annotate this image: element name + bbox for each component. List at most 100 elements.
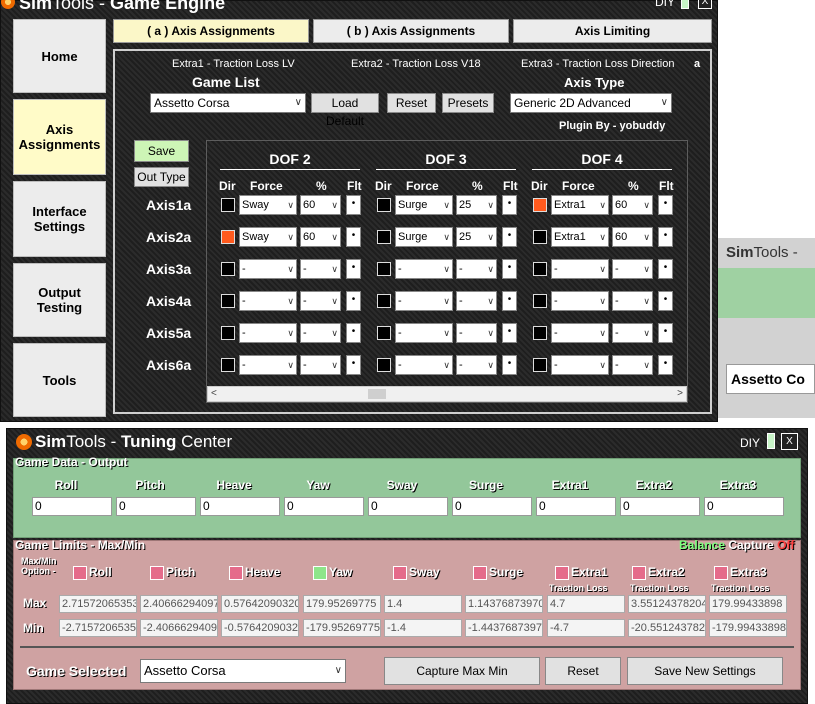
flt-button[interactable]: • bbox=[502, 291, 517, 311]
flt-button[interactable]: • bbox=[502, 355, 517, 375]
limit-checkbox[interactable] bbox=[73, 566, 87, 580]
force-select[interactable]: Surge ∨ bbox=[395, 227, 453, 247]
percent-select[interactable]: - ∨ bbox=[612, 323, 653, 343]
presets-button[interactable]: Presets bbox=[442, 93, 494, 113]
limit-checkbox[interactable] bbox=[229, 566, 243, 580]
diy-toggle[interactable] bbox=[681, 0, 689, 9]
force-select[interactable]: - ∨ bbox=[239, 323, 297, 343]
limit-checkbox[interactable] bbox=[632, 566, 646, 580]
min-input[interactable]: -4.7 bbox=[547, 619, 625, 637]
out-type-button[interactable]: Out Type bbox=[134, 167, 189, 187]
max-input[interactable]: 0.57642090320 bbox=[221, 595, 299, 613]
percent-select[interactable]: 60 ∨ bbox=[612, 227, 653, 247]
force-select[interactable]: - ∨ bbox=[239, 259, 297, 279]
limit-checkbox[interactable] bbox=[313, 566, 327, 580]
nav-axis-assignments-button[interactable]: Axis Assignments bbox=[13, 99, 106, 175]
flt-button[interactable]: • bbox=[346, 195, 361, 215]
nav-output-testing-button[interactable]: Output Testing bbox=[13, 263, 106, 337]
nav-interface-settings-button[interactable]: Interface Settings bbox=[13, 181, 106, 257]
flt-button[interactable]: • bbox=[346, 355, 361, 375]
flt-button[interactable]: • bbox=[658, 355, 673, 375]
flt-button[interactable]: • bbox=[658, 323, 673, 343]
force-select[interactable]: Sway ∨ bbox=[239, 227, 297, 247]
balance-capture-toggle[interactable]: Balance Capture Off bbox=[679, 538, 794, 552]
force-select[interactable]: - ∨ bbox=[395, 291, 453, 311]
force-select[interactable]: - ∨ bbox=[239, 291, 297, 311]
percent-select[interactable]: 60 ∨ bbox=[612, 195, 653, 215]
dir-checkbox[interactable] bbox=[221, 198, 235, 212]
flt-button[interactable]: • bbox=[346, 291, 361, 311]
percent-select[interactable]: 60 ∨ bbox=[300, 195, 341, 215]
flt-button[interactable]: • bbox=[658, 195, 673, 215]
game-data-input[interactable]: 0 bbox=[116, 497, 196, 516]
min-input[interactable]: -0.5764209032 bbox=[221, 619, 299, 637]
flt-button[interactable]: • bbox=[346, 227, 361, 247]
dir-checkbox[interactable] bbox=[377, 358, 391, 372]
dir-checkbox[interactable] bbox=[377, 262, 391, 276]
nav-tools-button[interactable]: Tools bbox=[13, 343, 106, 417]
close-button[interactable]: X bbox=[698, 0, 712, 9]
max-input[interactable]: 179.99433898 bbox=[709, 595, 787, 613]
game-data-input[interactable]: 0 bbox=[536, 497, 616, 516]
horizontal-scrollbar[interactable]: < > bbox=[207, 386, 687, 402]
dir-checkbox[interactable] bbox=[221, 294, 235, 308]
limit-checkbox[interactable] bbox=[473, 566, 487, 580]
save-new-settings-button[interactable]: Save New Settings bbox=[627, 657, 783, 685]
percent-select[interactable]: - ∨ bbox=[612, 355, 653, 375]
percent-select[interactable]: - ∨ bbox=[456, 291, 497, 311]
tuning-reset-button[interactable]: Reset bbox=[545, 657, 621, 685]
force-select[interactable]: - ∨ bbox=[551, 291, 609, 311]
flt-button[interactable]: • bbox=[346, 323, 361, 343]
dir-checkbox[interactable] bbox=[221, 262, 235, 276]
dir-checkbox[interactable] bbox=[377, 326, 391, 340]
max-input[interactable]: 1.14376873970 bbox=[465, 595, 543, 613]
force-select[interactable]: - ∨ bbox=[395, 355, 453, 375]
game-data-input[interactable]: 0 bbox=[32, 497, 112, 516]
flt-button[interactable]: • bbox=[502, 323, 517, 343]
limit-checkbox[interactable] bbox=[150, 566, 164, 580]
limit-checkbox[interactable] bbox=[555, 566, 569, 580]
game-data-input[interactable]: 0 bbox=[284, 497, 364, 516]
scroll-left-icon[interactable]: < bbox=[211, 387, 217, 401]
scrollbar-thumb[interactable] bbox=[368, 389, 386, 399]
force-select[interactable]: Surge ∨ bbox=[395, 195, 453, 215]
limit-checkbox[interactable] bbox=[714, 566, 728, 580]
force-select[interactable]: - ∨ bbox=[395, 323, 453, 343]
scroll-right-icon[interactable]: > bbox=[677, 387, 683, 401]
tab-axis-assignments-b[interactable]: ( b ) Axis Assignments bbox=[313, 19, 509, 43]
max-input[interactable]: 4.7 bbox=[547, 595, 625, 613]
capture-max-min-button[interactable]: Capture Max Min bbox=[384, 657, 540, 685]
flt-button[interactable]: • bbox=[346, 259, 361, 279]
dir-checkbox[interactable] bbox=[377, 230, 391, 244]
force-select[interactable]: - ∨ bbox=[239, 355, 297, 375]
reset-button[interactable]: Reset bbox=[387, 93, 436, 113]
percent-select[interactable]: 25 ∨ bbox=[456, 195, 497, 215]
dir-checkbox[interactable] bbox=[533, 326, 547, 340]
dir-checkbox[interactable] bbox=[533, 198, 547, 212]
force-select[interactable]: - ∨ bbox=[551, 259, 609, 279]
percent-select[interactable]: - ∨ bbox=[300, 355, 341, 375]
min-input[interactable]: -20.551243782 bbox=[628, 619, 706, 637]
force-select[interactable]: - ∨ bbox=[551, 323, 609, 343]
dir-checkbox[interactable] bbox=[377, 294, 391, 308]
percent-select[interactable]: - ∨ bbox=[300, 259, 341, 279]
game-data-input[interactable]: 0 bbox=[620, 497, 700, 516]
percent-select[interactable]: 25 ∨ bbox=[456, 227, 497, 247]
min-input[interactable]: -179.99433898 bbox=[709, 619, 787, 637]
dir-checkbox[interactable] bbox=[377, 198, 391, 212]
min-input[interactable]: -179.95269775 bbox=[303, 619, 381, 637]
min-input[interactable]: -1.4 bbox=[384, 619, 462, 637]
dir-checkbox[interactable] bbox=[221, 358, 235, 372]
game-data-input[interactable]: 0 bbox=[704, 497, 784, 516]
min-input[interactable]: -2.4066629409 bbox=[140, 619, 218, 637]
min-input[interactable]: -2.7157206535 bbox=[59, 619, 137, 637]
dir-checkbox[interactable] bbox=[221, 230, 235, 244]
diy-toggle[interactable] bbox=[767, 433, 775, 449]
save-button[interactable]: Save bbox=[134, 140, 189, 162]
game-data-input[interactable]: 0 bbox=[452, 497, 532, 516]
max-input[interactable]: 179.95269775 bbox=[303, 595, 381, 613]
max-input[interactable]: 2.40666294097 bbox=[140, 595, 218, 613]
force-select[interactable]: - ∨ bbox=[395, 259, 453, 279]
dir-checkbox[interactable] bbox=[533, 262, 547, 276]
flt-button[interactable]: • bbox=[658, 259, 673, 279]
